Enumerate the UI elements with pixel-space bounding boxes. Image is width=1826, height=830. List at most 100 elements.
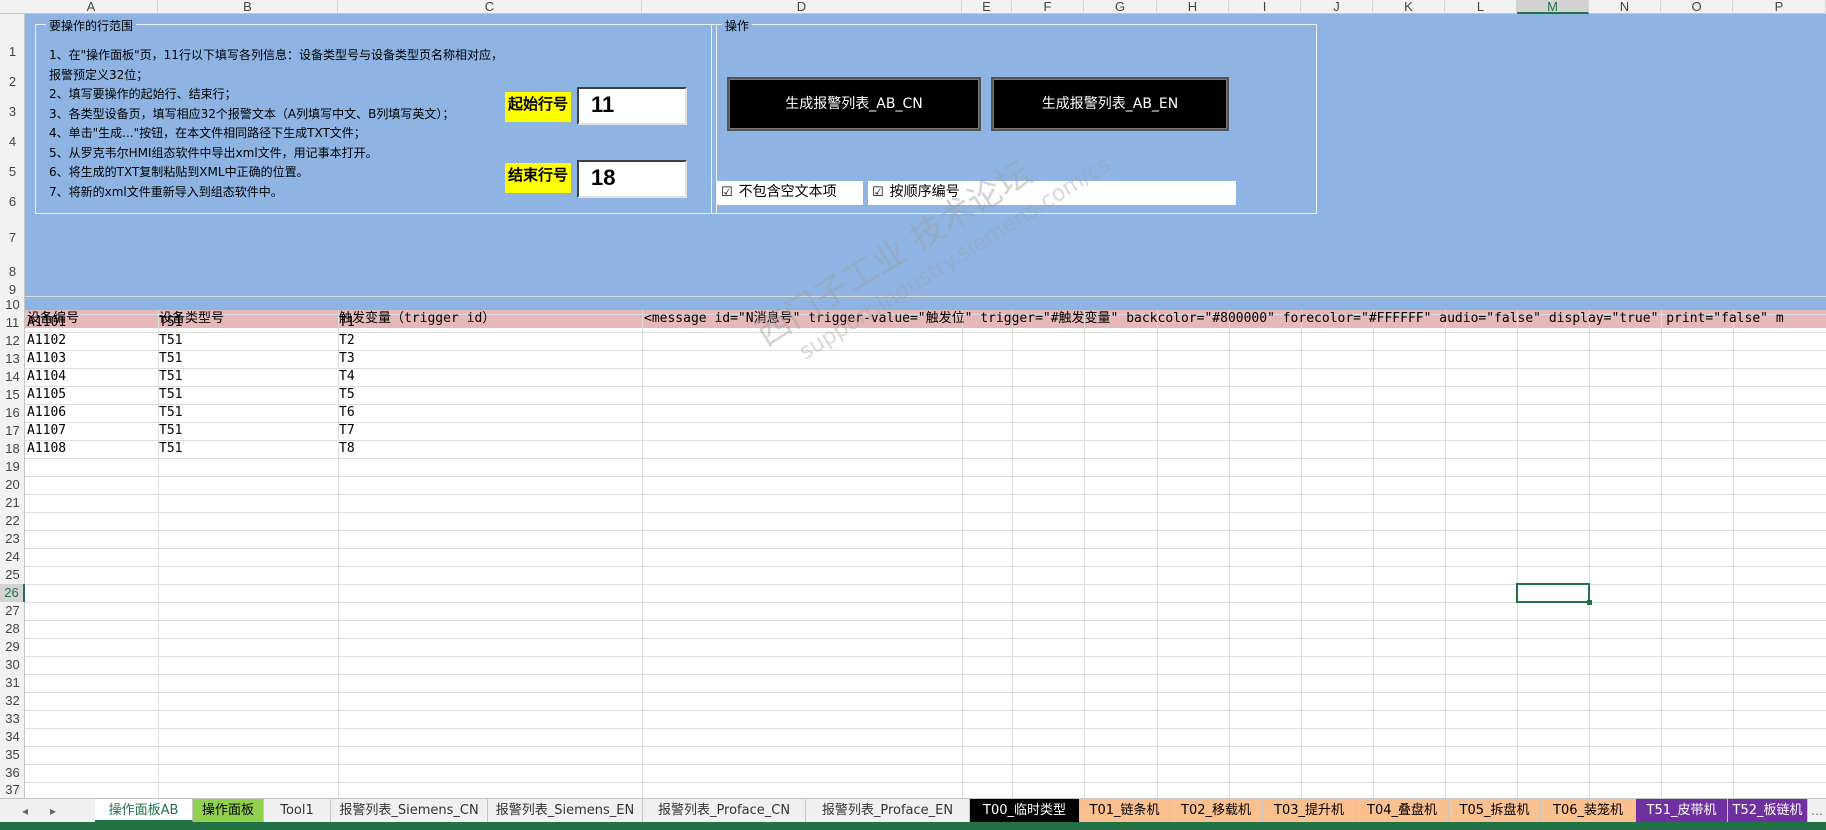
column-header-f[interactable]: F <box>1012 0 1084 14</box>
column-header-o[interactable]: O <box>1661 0 1733 14</box>
row-header-29[interactable]: 29 <box>0 638 25 656</box>
column-header-h[interactable]: H <box>1157 0 1229 14</box>
table-cell-c[interactable]: T5 <box>337 386 355 404</box>
row-header-33[interactable]: 33 <box>0 710 25 728</box>
table-cell-b[interactable]: T51 <box>157 332 182 350</box>
table-cell-c[interactable]: T2 <box>337 332 355 350</box>
table-cell-b[interactable]: T51 <box>157 422 182 440</box>
table-cell-b[interactable]: T51 <box>157 368 182 386</box>
row-header-36[interactable]: 36 <box>0 764 25 782</box>
table-cell-c[interactable]: T3 <box>337 350 355 368</box>
row-header-30[interactable]: 30 <box>0 656 25 674</box>
row-header-13[interactable]: 13 <box>0 350 25 368</box>
sheet-tab[interactable]: T01_链条机 <box>1080 799 1170 822</box>
row-header-3[interactable]: 3 <box>0 88 25 119</box>
column-header-p[interactable]: P <box>1733 0 1826 14</box>
row-header-28[interactable]: 28 <box>0 620 25 638</box>
sheet-tab[interactable]: 报警列表_Siemens_EN <box>488 799 643 822</box>
header-message-template[interactable]: <message id="N消息号" trigger-value="触发位" t… <box>642 310 1784 328</box>
selected-cell[interactable] <box>1516 583 1592 605</box>
row-header-11[interactable]: 11 <box>0 314 25 332</box>
row-header-37[interactable]: 37 <box>0 782 25 798</box>
sheet-tab[interactable]: T02_移载机 <box>1170 799 1263 822</box>
column-header-n[interactable]: N <box>1589 0 1661 14</box>
table-cell-a[interactable]: A1104 <box>25 368 66 386</box>
table-cell-a[interactable]: A1105 <box>25 386 66 404</box>
sheet-grid[interactable]: 要操作的行范围 1、在"操作面板"页，11行以下填写各列信息：设备类型号与设备类… <box>25 14 1826 798</box>
sheet-tab[interactable]: T51_皮带机 <box>1636 799 1728 822</box>
table-cell-b[interactable]: T51 <box>157 440 182 458</box>
exclude-empty-checkbox[interactable]: ☑ 不包含空文本项 <box>717 181 863 205</box>
row-header-35[interactable]: 35 <box>0 746 25 764</box>
row-header-14[interactable]: 14 <box>0 368 25 386</box>
table-cell-a[interactable]: A1107 <box>25 422 66 440</box>
column-header-d[interactable]: D <box>642 0 962 14</box>
row-header-23[interactable]: 23 <box>0 530 25 548</box>
row-header-7[interactable]: 7 <box>0 208 25 245</box>
row-header-10[interactable]: 10 <box>0 296 25 314</box>
table-cell-c[interactable]: T6 <box>337 404 355 422</box>
generate-ab-cn-button[interactable]: 生成报警列表_AB_CN <box>727 77 981 131</box>
tab-scroll-right-icon[interactable]: ▸ <box>44 801 62 821</box>
sheet-tab[interactable]: T05_拆盘机 <box>1449 799 1541 822</box>
row-header-19[interactable]: 19 <box>0 458 25 476</box>
sheet-tab[interactable]: 操作面板 <box>193 799 264 822</box>
sheet-tab[interactable]: T52_板链机 <box>1728 799 1808 822</box>
sequential-numbering-checkbox[interactable]: ☑ 按顺序编号 <box>868 181 1236 205</box>
column-header-k[interactable]: K <box>1373 0 1445 14</box>
sheet-tab[interactable]: 操作面板AB <box>95 799 193 822</box>
column-header-a[interactable]: A <box>25 0 158 14</box>
row-header-22[interactable]: 22 <box>0 512 25 530</box>
column-header-m[interactable]: M <box>1517 0 1589 14</box>
table-cell-b[interactable]: T51 <box>157 314 182 332</box>
sheet-tab[interactable]: T03_提升机 <box>1263 799 1356 822</box>
tab-scroll-left-icon[interactable]: ◂ <box>16 801 34 821</box>
row-header-4[interactable]: 4 <box>0 118 25 149</box>
row-header-8[interactable]: 8 <box>0 244 25 279</box>
column-header-j[interactable]: J <box>1301 0 1373 14</box>
row-header-24[interactable]: 24 <box>0 548 25 566</box>
row-header-26[interactable]: 26 <box>0 584 25 602</box>
row-header-1[interactable]: 1 <box>0 28 25 59</box>
row-header-21[interactable]: 21 <box>0 494 25 512</box>
start-row-input[interactable]: 11 <box>577 87 687 125</box>
row-header-16[interactable]: 16 <box>0 404 25 422</box>
header-trigger-var[interactable]: 触发变量（trigger id） <box>337 310 495 328</box>
table-cell-c[interactable]: T1 <box>337 314 355 332</box>
table-cell-a[interactable]: A1108 <box>25 440 66 458</box>
table-cell-a[interactable]: A1106 <box>25 404 66 422</box>
row-header-17[interactable]: 17 <box>0 422 25 440</box>
sheet-tab[interactable]: Tool1 <box>264 799 331 822</box>
table-cell-c[interactable]: T8 <box>337 440 355 458</box>
sheet-tab[interactable]: T04_叠盘机 <box>1356 799 1449 822</box>
column-header-i[interactable]: I <box>1229 0 1301 14</box>
sheet-tab[interactable]: 报警列表_Proface_EN <box>806 799 970 822</box>
sheet-tab[interactable]: T06_装笼机 <box>1541 799 1636 822</box>
row-header-25[interactable]: 25 <box>0 566 25 584</box>
row-header-18[interactable]: 18 <box>0 440 25 458</box>
row-header-31[interactable]: 31 <box>0 674 25 692</box>
column-header-c[interactable]: C <box>338 0 642 14</box>
sheet-tab[interactable]: 报警列表_Siemens_CN <box>331 799 488 822</box>
table-cell-a[interactable]: A1101 <box>25 314 66 332</box>
row-header-12[interactable]: 12 <box>0 332 25 350</box>
generate-ab-en-button[interactable]: 生成报警列表_AB_EN <box>991 77 1229 131</box>
table-cell-b[interactable]: T51 <box>157 350 182 368</box>
table-cell-c[interactable]: T4 <box>337 368 355 386</box>
column-header-b[interactable]: B <box>158 0 338 14</box>
more-tabs-icon[interactable]: ... <box>1808 801 1826 821</box>
table-cell-b[interactable]: T51 <box>157 386 182 404</box>
column-header-e[interactable]: E <box>962 0 1012 14</box>
row-header-27[interactable]: 27 <box>0 602 25 620</box>
row-header-15[interactable]: 15 <box>0 386 25 404</box>
table-cell-b[interactable]: T51 <box>157 404 182 422</box>
column-header-l[interactable]: L <box>1445 0 1517 14</box>
row-header-5[interactable]: 5 <box>0 148 25 179</box>
table-cell-c[interactable]: T7 <box>337 422 355 440</box>
column-header-g[interactable]: G <box>1084 0 1157 14</box>
sheet-tab[interactable]: T00_临时类型 <box>970 799 1080 822</box>
row-header-6[interactable]: 6 <box>0 178 25 209</box>
end-row-input[interactable]: 18 <box>577 160 687 198</box>
row-header-20[interactable]: 20 <box>0 476 25 494</box>
table-cell-a[interactable]: A1102 <box>25 332 66 350</box>
